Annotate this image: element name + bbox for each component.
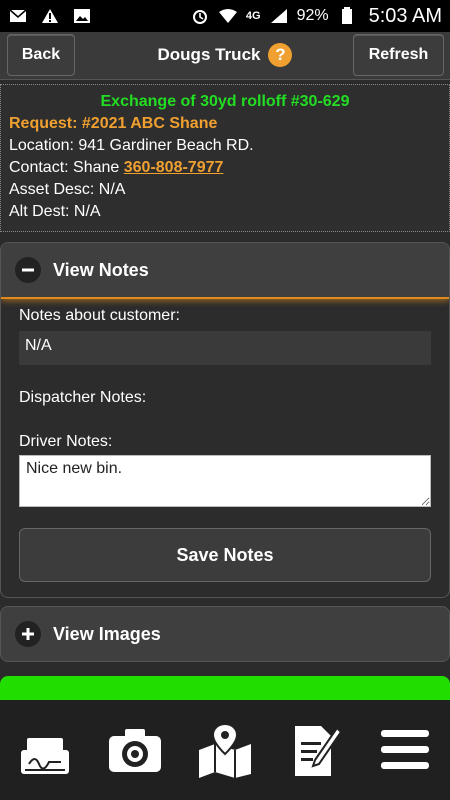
document-edit-button[interactable] [280, 715, 350, 785]
battery-percent: 92% [296, 7, 329, 24]
wifi-icon [218, 7, 238, 25]
plus-icon [15, 621, 41, 647]
clock: 5:03 AM [368, 4, 442, 27]
job-contact: Contact: Shane 360-808-7977 [9, 157, 441, 179]
menu-icon [381, 730, 429, 769]
notes-panel: View Notes Notes about customer: N/A Dis… [0, 242, 450, 598]
bottom-nav [0, 700, 450, 800]
back-button[interactable]: Back [7, 34, 75, 76]
menu-button[interactable] [370, 715, 440, 785]
notification-icons [8, 7, 92, 25]
document-edit-icon [295, 726, 343, 776]
save-notes-button[interactable]: Save Notes [19, 528, 431, 582]
map-icon [199, 722, 251, 778]
mail-icon [8, 7, 28, 25]
job-location: Location: 941 Gardiner Beach RD. [9, 137, 254, 154]
status-bar: 4G 92% 5:03 AM [0, 0, 450, 32]
view-images-label: View Images [53, 623, 161, 644]
signature-icon [21, 738, 69, 774]
status-green-bar [0, 676, 450, 702]
refresh-button[interactable]: Refresh [353, 34, 444, 76]
dispatcher-notes-label: Dispatcher Notes: [19, 389, 147, 406]
truck-name: Dougs Truck [157, 45, 261, 64]
contact-phone-link[interactable]: 360-808-7977 [124, 159, 224, 176]
warning-icon [40, 7, 60, 25]
alt-dest: Alt Dest: N/A [9, 203, 101, 220]
camera-button[interactable] [100, 715, 170, 785]
driver-notes-input[interactable]: Nice new bin. [19, 455, 431, 507]
customer-notes-value: N/A [19, 331, 431, 365]
customer-notes-label: Notes about customer: [19, 307, 180, 324]
battery-icon [337, 7, 357, 25]
view-images-toggle[interactable]: View Images [0, 606, 450, 662]
header-toolbar: Back Dougs Truck ? Refresh [0, 32, 450, 80]
system-icons: 4G 92% 5:03 AM [190, 5, 442, 28]
help-icon[interactable]: ? [268, 43, 293, 67]
map-button[interactable] [190, 715, 260, 785]
driver-notes-label: Driver Notes: [19, 433, 113, 450]
view-notes-label: View Notes [53, 259, 149, 280]
notes-body: Notes about customer: N/A Dispatcher Not… [1, 299, 449, 590]
job-info: Exchange of 30yd rolloff #30-629 Request… [0, 84, 450, 232]
signal-icon [269, 7, 289, 25]
minus-icon [15, 257, 41, 283]
camera-icon [109, 729, 161, 772]
asset-desc: Asset Desc: N/A [9, 181, 126, 198]
network-label: 4G [245, 10, 261, 22]
alarm-icon [190, 7, 210, 25]
job-title: Exchange of 30yd rolloff #30-629 [100, 93, 350, 110]
contact-name: Contact: Shane [9, 159, 120, 176]
signature-button[interactable] [10, 715, 80, 785]
image-icon [72, 7, 92, 25]
job-request: Request: #2021 ABC Shane [9, 115, 218, 132]
view-notes-toggle[interactable]: View Notes [1, 243, 449, 299]
